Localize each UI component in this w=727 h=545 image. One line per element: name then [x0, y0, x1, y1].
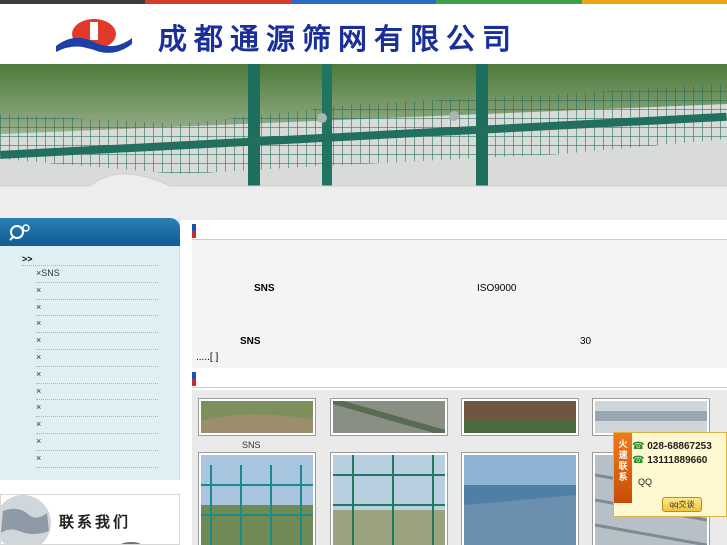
qq-label: QQ	[638, 477, 653, 487]
phone-icon: ☎	[632, 455, 645, 466]
product-category-panel: >> ×SNS × × × × × × × × × × ×	[0, 218, 180, 480]
about-text: SNS	[240, 336, 261, 347]
section-marker	[192, 372, 196, 386]
product-thumbnail[interactable]	[330, 398, 448, 436]
product-thumbnail[interactable]	[198, 398, 316, 436]
phone-icon: ☎	[632, 441, 645, 452]
phone-number: 13111889660	[647, 455, 708, 466]
quick-contact-tab[interactable]: 火速联系	[614, 433, 632, 503]
category-item[interactable]: ×	[36, 417, 158, 434]
about-text: 30	[580, 336, 592, 347]
company-logo[interactable]	[54, 12, 134, 58]
phone-row-2: ☎ 13111889660	[632, 455, 707, 466]
contact-us-panel[interactable]: 联系我们	[0, 494, 180, 545]
phone-number: 028-68867253	[647, 441, 712, 452]
category-item[interactable]: ×	[36, 350, 158, 367]
category-item[interactable]: ×	[36, 367, 158, 384]
qq-chat-button[interactable]: qq交谈	[662, 497, 702, 512]
about-text: ISO9000	[477, 283, 517, 294]
category-item[interactable]: ×	[36, 434, 158, 451]
category-item[interactable]: ×	[36, 316, 158, 334]
about-text: SNS	[254, 283, 275, 294]
phone-row-1: ☎ 028-68867253	[632, 441, 712, 452]
product-thumbnail[interactable]	[592, 398, 710, 436]
about-section-header	[192, 222, 727, 240]
products-section-header	[192, 370, 727, 388]
category-item[interactable]: ×	[36, 384, 158, 401]
category-item[interactable]: ×	[36, 333, 158, 350]
product-thumbnail[interactable]	[461, 398, 579, 436]
product-label[interactable]: SNS	[242, 440, 261, 450]
floating-contact-widget[interactable]: 火速联系 ☎ 028-68867253 ☎ 13111889660 QQ qq交…	[613, 432, 727, 517]
category-item[interactable]: ×	[36, 300, 158, 317]
section-marker	[192, 224, 196, 238]
quick-contact-tab-text: 火速联系	[618, 439, 628, 482]
category-root[interactable]: >>	[22, 254, 158, 266]
category-item[interactable]: ×	[36, 451, 158, 468]
category-list: >> ×SNS × × × × × × × × × × ×	[22, 254, 158, 468]
category-panel-header	[0, 218, 180, 246]
magnifier-icon	[9, 224, 30, 241]
company-name: 成都通源筛网有限公司	[158, 22, 519, 56]
decorative-arc	[120, 542, 142, 544]
site-header: 成都通源筛网有限公司	[0, 4, 727, 64]
category-item[interactable]: ×	[36, 400, 158, 418]
contact-us-title: 联系我们	[59, 513, 132, 531]
product-thumbnail[interactable]	[198, 452, 316, 545]
product-thumbnail[interactable]	[330, 452, 448, 545]
category-item[interactable]: ×	[36, 283, 158, 300]
product-thumbnail[interactable]	[461, 452, 579, 545]
read-more-link[interactable]: .....[ ]	[196, 352, 218, 363]
about-company-text: SNS ISO9000 SNS 30 .....[ ]	[192, 240, 727, 368]
category-item[interactable]: ×SNS	[36, 266, 158, 283]
banner-wave	[0, 173, 727, 220]
globe-icon	[1, 495, 51, 544]
